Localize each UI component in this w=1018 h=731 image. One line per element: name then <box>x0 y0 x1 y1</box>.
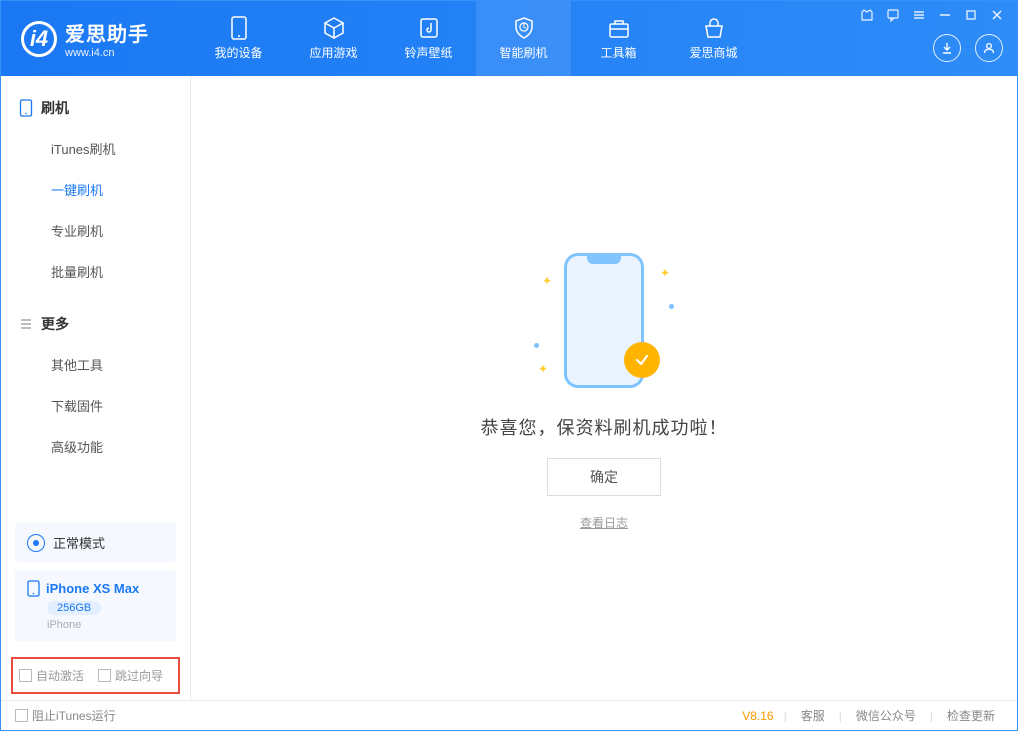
phone-icon <box>227 16 251 40</box>
sidebar: 刷机 iTunes刷机 一键刷机 专业刷机 批量刷机 更多 其他工具 下载固件 … <box>1 76 191 700</box>
sparkle-icon: ✦ <box>660 266 670 280</box>
device-card[interactable]: iPhone XS Max 256GB iPhone <box>15 570 176 641</box>
user-button[interactable] <box>975 34 1003 62</box>
mode-label: 正常模式 <box>53 533 105 552</box>
skin-icon[interactable] <box>859 7 875 23</box>
feedback-icon[interactable] <box>885 7 901 23</box>
phone-icon <box>27 580 40 597</box>
nav-label: 我的设备 <box>214 44 262 61</box>
version-label: V8.16 <box>742 709 773 723</box>
app-subtitle: www.i4.cn <box>65 47 149 59</box>
nav-smart-flash[interactable]: 智能刷机 <box>476 1 571 76</box>
device-icon <box>19 99 33 117</box>
nav-label: 铃声壁纸 <box>404 44 452 61</box>
checkbox-label: 跳过向导 <box>115 667 163 684</box>
section-title: 更多 <box>41 314 69 334</box>
device-storage-badge: 256GB <box>47 601 101 615</box>
window-controls <box>859 7 1005 23</box>
dot-icon <box>669 304 674 309</box>
sparkle-icon: ✦ <box>542 274 552 288</box>
footer-link-wechat[interactable]: 微信公众号 <box>848 707 924 724</box>
mode-icon <box>27 534 45 552</box>
maximize-button[interactable] <box>963 7 979 23</box>
ok-button[interactable]: 确定 <box>547 458 661 496</box>
close-button[interactable] <box>989 7 1005 23</box>
device-name: iPhone XS Max <box>46 581 139 596</box>
device-type: iPhone <box>47 619 164 631</box>
footer-link-support[interactable]: 客服 <box>793 707 833 724</box>
download-button[interactable] <box>933 34 961 62</box>
checkbox-label: 自动激活 <box>36 667 84 684</box>
header-right <box>933 34 1003 62</box>
sidebar-item-other-tools[interactable]: 其他工具 <box>1 344 190 385</box>
checkbox-label: 阻止iTunes运行 <box>32 707 116 724</box>
success-message: 恭喜您，保资料刷机成功啦！ <box>481 414 728 440</box>
sidebar-item-pro-flash[interactable]: 专业刷机 <box>1 210 190 251</box>
app-title: 爱思助手 <box>65 18 149 47</box>
nav-apps-games[interactable]: 应用游戏 <box>286 1 381 76</box>
main-content: ✦ ✦ ✦ 恭喜您，保资料刷机成功啦！ 确定 查看日志 <box>191 76 1017 700</box>
checkbox-auto-activate[interactable]: 自动激活 <box>19 667 84 684</box>
nav-label: 工具箱 <box>600 44 636 61</box>
sidebar-item-batch-flash[interactable]: 批量刷机 <box>1 251 190 292</box>
sidebar-section-flash: 刷机 <box>1 88 190 128</box>
sidebar-item-itunes-flash[interactable]: iTunes刷机 <box>1 128 190 169</box>
minimize-button[interactable] <box>937 7 953 23</box>
nav-label: 智能刷机 <box>499 44 547 61</box>
footer: 阻止iTunes运行 V8.16 | 客服 | 微信公众号 | 检查更新 <box>1 700 1017 730</box>
nav-label: 爱思商城 <box>689 44 737 61</box>
list-icon <box>19 317 33 331</box>
app-header: i4 爱思助手 www.i4.cn 我的设备 应用游戏 铃声壁纸 智能刷机 工具… <box>1 1 1017 76</box>
view-log-link[interactable]: 查看日志 <box>580 514 628 531</box>
cube-icon <box>322 16 346 40</box>
nav-toolbox[interactable]: 工具箱 <box>571 1 666 76</box>
store-icon <box>702 16 726 40</box>
sidebar-item-oneclick-flash[interactable]: 一键刷机 <box>1 169 190 210</box>
sidebar-section-more: 更多 <box>1 304 190 344</box>
footer-link-update[interactable]: 检查更新 <box>939 707 1003 724</box>
nav-store[interactable]: 爱思商城 <box>666 1 761 76</box>
mode-card[interactable]: 正常模式 <box>15 523 176 562</box>
main-nav: 我的设备 应用游戏 铃声壁纸 智能刷机 工具箱 爱思商城 <box>191 1 761 76</box>
nav-label: 应用游戏 <box>309 44 357 61</box>
checkbox-skip-guide[interactable]: 跳过向导 <box>98 667 163 684</box>
checkbox-prevent-itunes[interactable]: 阻止iTunes运行 <box>15 707 116 724</box>
dot-icon <box>534 343 539 348</box>
menu-icon[interactable] <box>911 7 927 23</box>
toolbox-icon <box>607 16 631 40</box>
nav-ringtones[interactable]: 铃声壁纸 <box>381 1 476 76</box>
logo-icon: i4 <box>21 21 57 57</box>
music-icon <box>417 16 441 40</box>
check-badge-icon <box>624 342 660 378</box>
highlighted-checkbox-row: 自动激活 跳过向导 <box>11 657 180 694</box>
logo-area: i4 爱思助手 www.i4.cn <box>1 18 191 59</box>
section-title: 刷机 <box>41 98 69 118</box>
shield-icon <box>512 16 536 40</box>
sidebar-item-download-firmware[interactable]: 下载固件 <box>1 385 190 426</box>
sparkle-icon: ✦ <box>538 362 548 376</box>
success-illustration: ✦ ✦ ✦ <box>534 246 674 396</box>
nav-my-device[interactable]: 我的设备 <box>191 1 286 76</box>
sidebar-item-advanced[interactable]: 高级功能 <box>1 426 190 467</box>
